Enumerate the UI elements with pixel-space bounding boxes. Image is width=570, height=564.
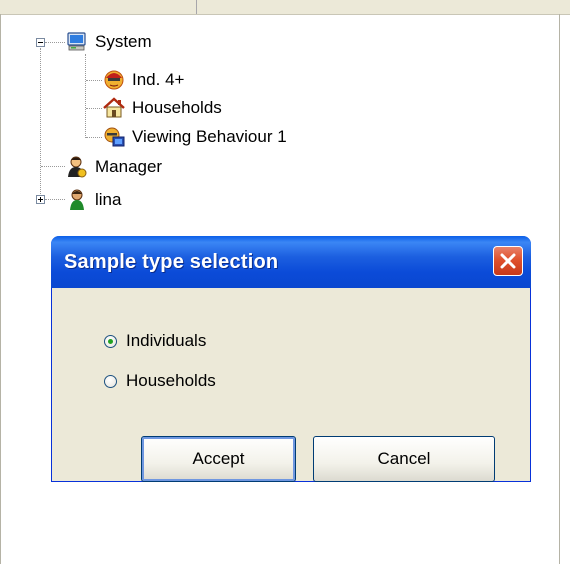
tree-line (86, 137, 102, 138)
tree-item-label: Households (132, 98, 222, 117)
user-icon (66, 189, 88, 211)
panel-right-border (559, 14, 560, 564)
tree-item-label: lina (95, 190, 122, 209)
tree-item-system[interactable]: System (66, 30, 152, 54)
tree-line (45, 42, 65, 43)
tree-item-manager[interactable]: Manager (66, 155, 162, 179)
sample-type-dialog: Sample type selection Individuals Househ… (51, 236, 531, 482)
tree-item-viewing-behaviour-1[interactable]: Viewing Behaviour 1 (103, 125, 287, 149)
computer-icon (66, 31, 88, 53)
header-divider[interactable] (196, 0, 197, 14)
tree-expand-lina-icon[interactable] (36, 195, 45, 204)
tree-item-label: Viewing Behaviour 1 (132, 127, 287, 146)
close-button[interactable] (493, 246, 523, 276)
dialog-body: Individuals Households Accept Cancel (56, 288, 526, 482)
radio-households[interactable]: Households (104, 370, 216, 392)
accept-button[interactable]: Accept (141, 436, 296, 482)
tree-collapse-system-icon[interactable] (36, 38, 45, 47)
manager-user-icon (66, 156, 88, 178)
viewer-tv-icon (103, 126, 125, 148)
tree-item-ind-4-plus[interactable]: Ind. 4+ (103, 68, 184, 92)
dialog-titlebar[interactable]: Sample type selection (51, 236, 531, 288)
tree-line-system (85, 54, 86, 138)
tree-item-households[interactable]: Households (103, 96, 222, 120)
radio-label: Individuals (126, 331, 207, 350)
house-icon (103, 97, 125, 119)
tree-line (41, 166, 65, 167)
tree-line (45, 199, 65, 200)
tree-line (86, 108, 102, 109)
radio-individuals[interactable]: Individuals (104, 330, 206, 352)
tree-item-label: Ind. 4+ (132, 70, 185, 89)
tree-line-root (40, 48, 41, 200)
radio-label: Households (126, 371, 216, 390)
dialog-title: Sample type selection (64, 251, 279, 273)
top-header-strip (0, 0, 570, 15)
tree-item-lina[interactable]: lina (66, 188, 121, 212)
radio-button-unchecked[interactable] (104, 374, 117, 388)
tree-item-label: Manager (95, 157, 163, 176)
tree-item-label: System (95, 32, 152, 51)
tree-line (86, 80, 102, 81)
panel-left-border (0, 14, 1, 564)
cancel-button[interactable]: Cancel (313, 436, 495, 482)
radio-button-checked[interactable] (104, 334, 117, 348)
person-face-icon (103, 69, 125, 91)
